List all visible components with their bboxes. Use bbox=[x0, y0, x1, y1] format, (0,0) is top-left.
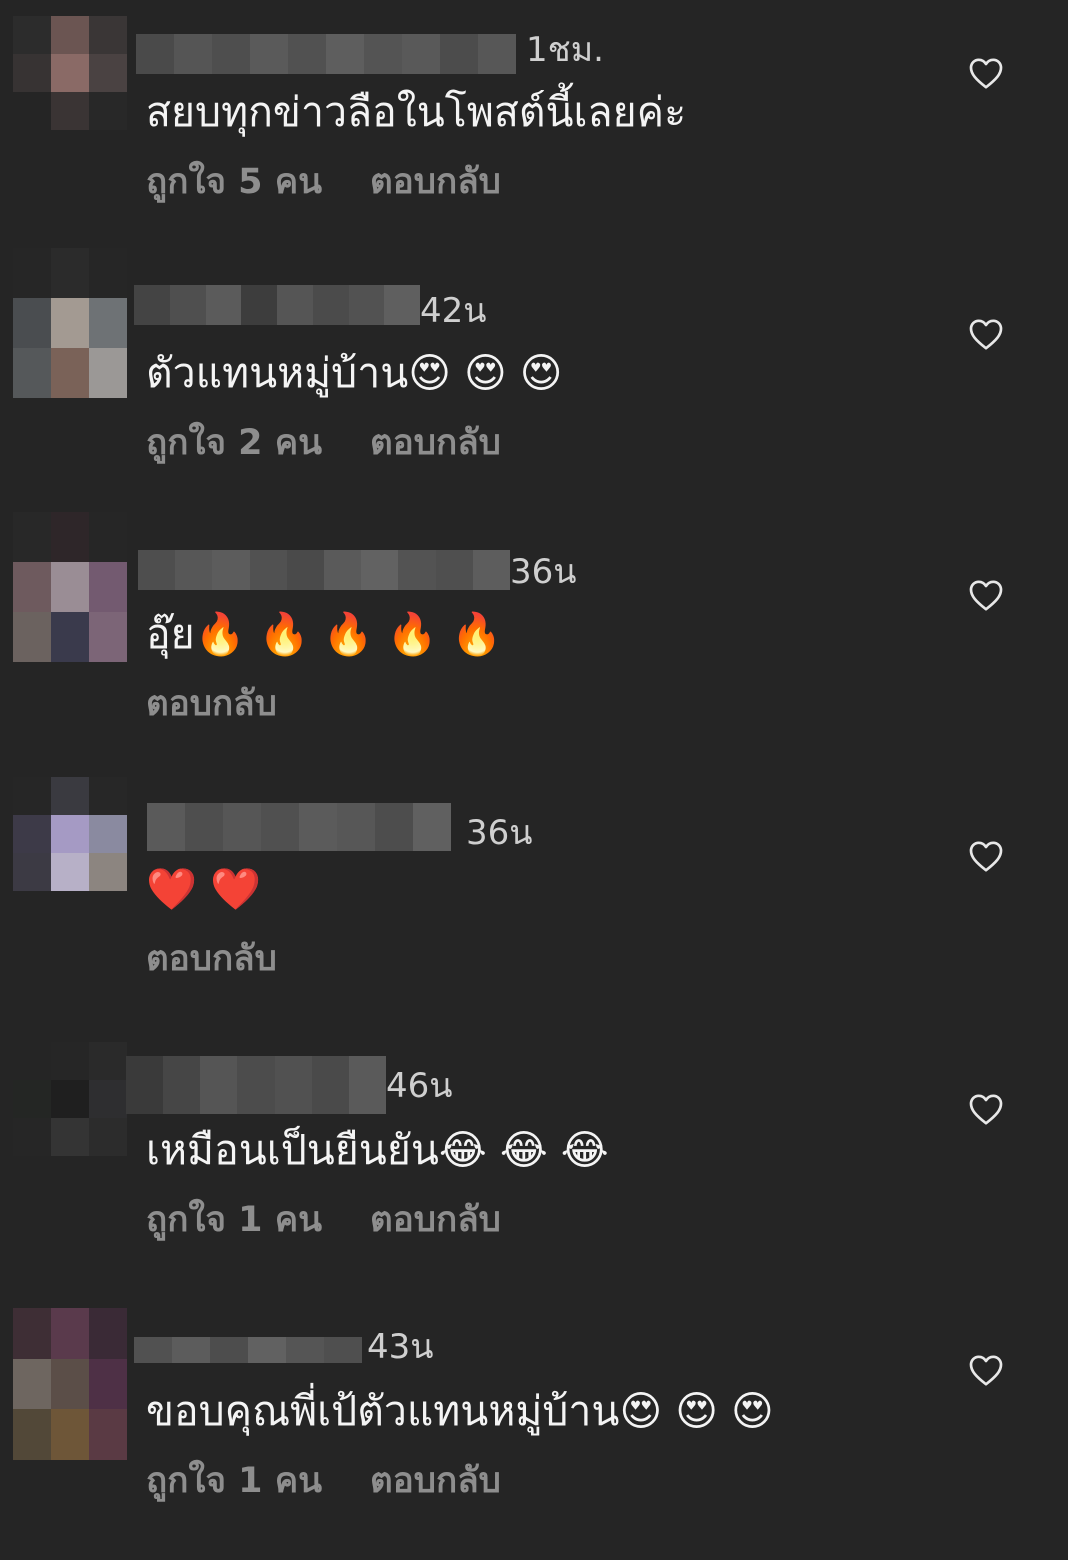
avatar[interactable] bbox=[13, 777, 127, 891]
heart-outline-icon[interactable] bbox=[968, 56, 1004, 90]
comment-timestamp: 46น bbox=[386, 1066, 453, 1106]
comment-actions: ถูกใจ 1 คน ตอบกลับ bbox=[146, 1459, 501, 1503]
avatar[interactable] bbox=[13, 512, 127, 662]
comment-item: 36น อุ๊ย🔥 🔥 🔥 🔥 🔥 ตอบกลับ bbox=[0, 512, 1068, 783]
comment-actions: ถูกใจ 5 คน ตอบกลับ bbox=[146, 160, 501, 204]
comment-text: ตัวแทนหมู่บ้าน😍 😍 😍 bbox=[146, 349, 563, 397]
comment-actions: ตอบกลับ bbox=[146, 937, 277, 981]
reply-button[interactable]: ตอบกลับ bbox=[370, 1461, 501, 1501]
comment-actions: ถูกใจ 2 คน ตอบกลับ bbox=[146, 421, 501, 465]
like-count[interactable]: ถูกใจ 1 คน bbox=[146, 1200, 322, 1240]
like-count[interactable]: ถูกใจ 2 คน bbox=[146, 423, 322, 463]
comment-text: อุ๊ย🔥 🔥 🔥 🔥 🔥 bbox=[146, 610, 503, 658]
heart-outline-icon[interactable] bbox=[968, 839, 1004, 873]
username-redacted[interactable] bbox=[134, 1337, 362, 1363]
username-redacted[interactable] bbox=[136, 34, 516, 74]
reply-button[interactable]: ตอบกลับ bbox=[370, 162, 501, 202]
comment-text: สยบทุกข่าวลือในโพสต์นี้เลยค่ะ bbox=[146, 88, 687, 136]
heart-outline-icon[interactable] bbox=[968, 317, 1004, 351]
like-count[interactable]: ถูกใจ 1 คน bbox=[146, 1461, 322, 1501]
reply-button[interactable]: ตอบกลับ bbox=[370, 1200, 501, 1240]
comment-timestamp: 36น bbox=[510, 552, 577, 592]
reply-button[interactable]: ตอบกลับ bbox=[370, 423, 501, 463]
comment-timestamp: 1ชม. bbox=[526, 30, 604, 70]
comment-item: 43น ขอบคุณพี่เป้ตัวแทนหมู่บ้าน😍 😍 😍 ถูกใ… bbox=[0, 1299, 1068, 1560]
comment-actions: ถูกใจ 1 คน ตอบกลับ bbox=[146, 1198, 501, 1242]
like-count[interactable]: ถูกใจ 5 คน bbox=[146, 162, 322, 202]
avatar[interactable] bbox=[13, 248, 127, 398]
comment-timestamp: 36น bbox=[466, 813, 533, 853]
heart-outline-icon[interactable] bbox=[968, 1092, 1004, 1126]
heart-outline-icon[interactable] bbox=[968, 578, 1004, 612]
username-redacted[interactable] bbox=[126, 1056, 386, 1114]
comment-timestamp: 43น bbox=[367, 1327, 434, 1367]
username-redacted[interactable] bbox=[134, 285, 420, 325]
comment-item: 46น เหมือนเป็นยืนยัน😂 😂 😂 ถูกใจ 1 คน ตอบก… bbox=[0, 1038, 1068, 1299]
comment-text: เหมือนเป็นยืนยัน😂 😂 😂 bbox=[146, 1126, 609, 1174]
username-redacted[interactable] bbox=[147, 803, 451, 851]
comment-text: ขอบคุณพี่เป้ตัวแทนหมู่บ้าน😍 😍 😍 bbox=[146, 1387, 774, 1435]
reply-button[interactable]: ตอบกลับ bbox=[146, 939, 277, 979]
username-redacted[interactable] bbox=[138, 550, 511, 590]
heart-outline-icon[interactable] bbox=[968, 1353, 1004, 1387]
comment-item: 1ชม. สยบทุกข่าวลือในโพสต์นี้เลยค่ะ ถูกใจ… bbox=[0, 0, 1068, 261]
avatar[interactable] bbox=[13, 1308, 127, 1460]
comment-text: ❤️ ❤️ bbox=[146, 865, 262, 913]
reply-button[interactable]: ตอบกลับ bbox=[146, 684, 277, 724]
comment-item: 42น ตัวแทนหมู่บ้าน😍 😍 😍 ถูกใจ 2 คน ตอบกลั… bbox=[0, 248, 1068, 522]
avatar[interactable] bbox=[13, 1042, 127, 1156]
avatar[interactable] bbox=[13, 16, 127, 130]
comment-item: 36น ❤️ ❤️ ตอบกลับ bbox=[0, 777, 1068, 1044]
comment-timestamp: 42น bbox=[420, 291, 487, 331]
comment-actions: ตอบกลับ bbox=[146, 682, 277, 726]
